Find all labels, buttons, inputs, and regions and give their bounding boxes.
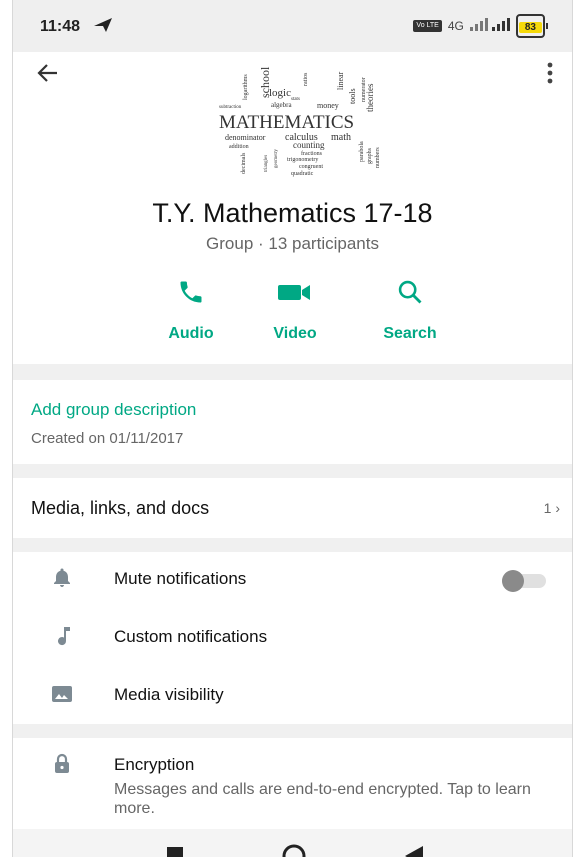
cloud-word: algebra bbox=[271, 101, 292, 109]
cloud-word: fractions bbox=[301, 150, 323, 157]
search-button[interactable]: Search bbox=[365, 278, 455, 343]
cloud-word: money bbox=[317, 101, 339, 110]
lock-icon bbox=[50, 752, 74, 776]
section-divider bbox=[13, 364, 572, 380]
search-label: Search bbox=[383, 325, 437, 342]
section-divider bbox=[13, 464, 572, 478]
status-time: 11:48 bbox=[40, 18, 81, 35]
cloud-word: stats bbox=[291, 97, 300, 102]
cloud-word: parabola bbox=[359, 141, 365, 162]
cloud-word: graphs bbox=[367, 147, 373, 164]
cloud-word: congruent bbox=[299, 164, 323, 170]
video-call-button[interactable]: Video bbox=[250, 278, 340, 343]
mute-toggle[interactable] bbox=[502, 570, 546, 592]
cloud-word: math bbox=[331, 132, 351, 143]
videocam-icon bbox=[276, 285, 314, 310]
cloud-word: logic bbox=[269, 87, 291, 99]
cloud-word: linear bbox=[336, 71, 345, 90]
cloud-word: quadratic bbox=[291, 171, 314, 177]
section-divider bbox=[13, 724, 572, 738]
created-date: Created on 01/11/2017 bbox=[31, 430, 184, 447]
cloud-word: counting bbox=[293, 140, 325, 150]
encryption-title: Encryption bbox=[114, 755, 195, 774]
status-bar: 11:48 Vo LTE 4G 83 bbox=[13, 0, 572, 52]
encryption-description: Messages and calls are end-to-end encryp… bbox=[114, 781, 531, 817]
cloud-word: trigonometry bbox=[287, 157, 318, 163]
send-icon bbox=[93, 17, 113, 38]
media-count: 1 › bbox=[543, 500, 560, 516]
battery-level: 83 bbox=[518, 22, 542, 33]
media-links-docs-row[interactable]: Media, links, and docs 1 › bbox=[13, 478, 572, 538]
encryption-row[interactable]: Encryption Messages and calls are end-to… bbox=[13, 738, 572, 824]
cloud-word: geometry bbox=[274, 149, 279, 168]
home-circle-icon[interactable] bbox=[281, 843, 307, 857]
custom-notifications-row[interactable]: Custom notifications bbox=[13, 610, 572, 666]
cloud-word: ratios bbox=[303, 72, 309, 86]
media-visibility-label: Media visibility bbox=[114, 685, 224, 704]
cloud-word: MATHEMATICS bbox=[219, 112, 354, 133]
group-title: T.Y. Mathematics 17-18 bbox=[152, 198, 433, 228]
cloud-word: tools bbox=[348, 88, 357, 104]
chevron-right-icon: › bbox=[555, 500, 560, 516]
media-visibility-row[interactable]: Media visibility bbox=[13, 668, 572, 724]
phone-icon bbox=[176, 281, 206, 310]
cloud-word: addition bbox=[229, 144, 249, 150]
custom-notifications-label: Custom notifications bbox=[114, 627, 268, 646]
volte-icon: Vo LTE bbox=[413, 20, 442, 32]
music-note-icon bbox=[50, 624, 74, 648]
group-header: MATHEMATICS school logic algebra money c… bbox=[13, 52, 572, 364]
group-subtitle: Group · 13 participants bbox=[206, 234, 379, 253]
audio-label: Audio bbox=[168, 325, 214, 342]
network-type: 4G bbox=[447, 19, 464, 33]
audio-call-button[interactable]: Audio bbox=[146, 278, 236, 343]
battery-icon: 83 bbox=[515, 14, 548, 38]
mute-notifications-label: Mute notifications bbox=[114, 569, 247, 588]
system-nav-bar bbox=[13, 829, 572, 857]
back-arrow-icon[interactable] bbox=[35, 60, 61, 91]
cloud-word: triangles bbox=[264, 155, 269, 172]
back-triangle-icon[interactable] bbox=[403, 845, 425, 857]
search-icon bbox=[395, 280, 425, 310]
add-group-description-link[interactable]: Add group description bbox=[31, 400, 196, 420]
cloud-word: subtraction bbox=[219, 105, 242, 110]
cloud-word: decimals bbox=[241, 152, 247, 174]
recents-square-icon[interactable] bbox=[165, 845, 185, 857]
image-icon bbox=[50, 682, 74, 706]
media-links-docs-label: Media, links, and docs bbox=[31, 498, 210, 518]
cloud-word: numbers bbox=[375, 147, 381, 168]
more-options-icon[interactable] bbox=[546, 62, 554, 89]
cloud-word: logarithms bbox=[243, 74, 249, 100]
group-avatar[interactable]: MATHEMATICS school logic algebra money c… bbox=[205, 64, 391, 180]
bell-icon bbox=[50, 566, 74, 590]
section-divider bbox=[13, 538, 572, 552]
group-info-screen: 11:48 Vo LTE 4G 83 MATHEMATICS school lo… bbox=[12, 0, 573, 857]
video-label: Video bbox=[273, 325, 317, 342]
mute-notifications-row[interactable]: Mute notifications bbox=[13, 552, 572, 608]
cloud-word: denominator bbox=[225, 133, 266, 142]
signal-icon bbox=[469, 17, 510, 36]
cloud-word: numerator bbox=[361, 77, 367, 102]
